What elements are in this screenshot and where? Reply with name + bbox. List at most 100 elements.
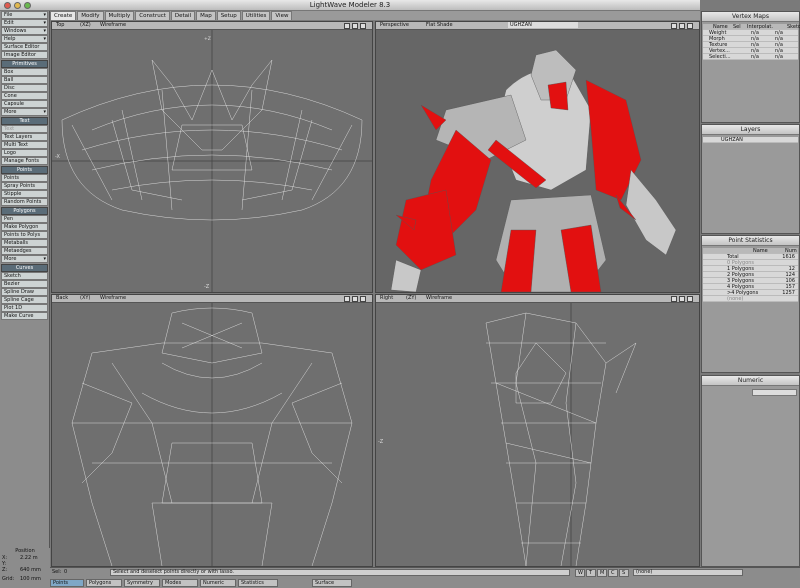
- points-to-polys-tool-button[interactable]: Points to Polys: [1, 231, 48, 239]
- minimize-window-button[interactable]: [14, 2, 21, 9]
- mode-modes-button[interactable]: Modes: [162, 579, 198, 587]
- numeric-actions-dropdown[interactable]: [752, 389, 797, 396]
- viewport-right[interactable]: Right (ZY) Wireframe -Z: [375, 294, 700, 567]
- viewport-perspective-mode[interactable]: Flat Shade: [424, 22, 453, 29]
- random-points-tool-button[interactable]: Random Points: [1, 198, 48, 206]
- tab-map[interactable]: Map: [196, 11, 216, 20]
- tab-detail[interactable]: Detail: [170, 11, 196, 20]
- surface-button[interactable]: Surface: [312, 579, 352, 587]
- viewport-back-view[interactable]: Back: [54, 295, 68, 302]
- tab-create[interactable]: Create: [50, 11, 77, 20]
- tab-modify[interactable]: Modify: [77, 11, 104, 20]
- move-view-icon[interactable]: [671, 23, 677, 29]
- move-view-icon[interactable]: [671, 296, 677, 302]
- vmap-type-c-button[interactable]: C: [608, 569, 618, 577]
- vmap-type-t-button[interactable]: T: [586, 569, 596, 577]
- metaballs-tool-button[interactable]: Metaballs: [1, 239, 48, 247]
- logo-tool-button[interactable]: Logo: [1, 149, 48, 157]
- position-label: Position: [15, 548, 35, 554]
- text-tool-button[interactable]: Text: [1, 125, 48, 133]
- table-row[interactable]: (none): [703, 296, 798, 302]
- table-row[interactable]: Selecti... n/a n/a: [703, 54, 798, 60]
- vmap-type-w-button[interactable]: W: [575, 569, 585, 577]
- menu-windows[interactable]: Windows: [1, 27, 48, 35]
- zoom-view-icon[interactable]: [679, 23, 685, 29]
- more-tool-button[interactable]: More: [1, 255, 48, 263]
- move-view-icon[interactable]: [344, 296, 350, 302]
- more-tool-button[interactable]: More: [1, 108, 48, 116]
- maximize-view-icon[interactable]: [360, 23, 366, 29]
- viewport-top[interactable]: Top (XZ) Wireframe +Z -Z -X: [51, 21, 373, 293]
- plot-1d-tool-button[interactable]: Plot 1D: [1, 304, 48, 312]
- cone-tool-button[interactable]: Cone: [1, 92, 48, 100]
- ball-tool-button[interactable]: Ball: [1, 76, 48, 84]
- maximize-view-icon[interactable]: [360, 296, 366, 302]
- make-curve-tool-button[interactable]: Make Curve: [1, 312, 48, 320]
- vmap-type-m-button[interactable]: M: [597, 569, 607, 577]
- menu-file[interactable]: File: [1, 11, 48, 19]
- tab-setup[interactable]: Setup: [216, 11, 241, 20]
- point-statistics-title: Point Statistics: [702, 236, 799, 246]
- box-tool-button[interactable]: Box: [1, 68, 48, 76]
- multi-text-tool-button[interactable]: Multi Text: [1, 141, 48, 149]
- viewport-right-axes[interactable]: (ZY): [404, 295, 416, 302]
- zoom-view-icon[interactable]: [352, 296, 358, 302]
- numeric-title: Numeric: [702, 376, 799, 386]
- mode-symmetry-button[interactable]: Symmetry: [124, 579, 160, 587]
- spline-draw-tool-button[interactable]: Spline Draw: [1, 288, 48, 296]
- viewport-perspective-view[interactable]: Perspective: [378, 22, 409, 29]
- surface-editor-button[interactable]: Surface Editor: [1, 43, 48, 51]
- z-label: Z:: [2, 567, 8, 573]
- wireframe-right: -Z: [378, 303, 637, 566]
- viewport-perspective[interactable]: Perspective Flat Shade UGHZAN: [375, 21, 700, 293]
- maximize-view-icon[interactable]: [687, 23, 693, 29]
- stipple-tool-button[interactable]: Stipple: [1, 190, 48, 198]
- viewport-back-mode[interactable]: Wireframe: [98, 295, 126, 302]
- viewport-top-mode[interactable]: Wireframe: [98, 22, 126, 29]
- vmap-type-s-button[interactable]: S: [619, 569, 629, 577]
- wireframe-mesh: [485, 303, 637, 566]
- zoom-view-icon[interactable]: [352, 23, 358, 29]
- tab-construct[interactable]: Construct: [135, 11, 170, 20]
- capsule-tool-button[interactable]: Capsule: [1, 100, 48, 108]
- metaedges-tool-button[interactable]: Metaedges: [1, 247, 48, 255]
- mode-points-button[interactable]: Points: [50, 579, 84, 587]
- mode-numeric-button[interactable]: Numeric: [200, 579, 236, 587]
- disc-tool-button[interactable]: Disc: [1, 84, 48, 92]
- tab-multiply[interactable]: Multiply: [104, 11, 135, 20]
- stat-name: (none): [727, 296, 744, 302]
- viewport-top-view[interactable]: Top: [54, 22, 64, 29]
- grid-value: 100 mm: [20, 576, 41, 582]
- spline-cage-tool-button[interactable]: Spline Cage: [1, 296, 48, 304]
- pen-tool-button[interactable]: Pen: [1, 215, 48, 223]
- viewport-right-mode[interactable]: Wireframe: [424, 295, 452, 302]
- viewport-back-axes[interactable]: (XY): [78, 295, 90, 302]
- mode-statistics-button[interactable]: Statistics: [238, 579, 278, 587]
- points-tool-button[interactable]: Points: [1, 174, 48, 182]
- mode-polygons-button[interactable]: Polygons: [86, 579, 122, 587]
- zoom-view-icon[interactable]: [679, 296, 685, 302]
- image-editor-button[interactable]: Image Editor: [1, 51, 48, 59]
- menu-edit[interactable]: Edit: [1, 19, 48, 27]
- viewport-perspective-header: Perspective Flat Shade UGHZAN: [376, 22, 699, 30]
- bezier-tool-button[interactable]: Bezier: [1, 280, 48, 288]
- vmap-select[interactable]: (none): [633, 569, 743, 576]
- sketch-tool-button[interactable]: Sketch: [1, 272, 48, 280]
- viewport-back[interactable]: Back (XY) Wireframe: [51, 294, 373, 567]
- tab-view[interactable]: View: [271, 11, 293, 20]
- viewport-object-select[interactable]: UGHZAN: [508, 22, 578, 28]
- toolbar-tabs: Create Modify Multiply Construct Detail Map Se…: [50, 11, 700, 20]
- spray-points-tool-button[interactable]: Spray Points: [1, 182, 48, 190]
- zoom-window-button[interactable]: [24, 2, 31, 9]
- viewport-top-axes[interactable]: (XZ): [78, 22, 91, 29]
- close-window-button[interactable]: [4, 2, 11, 9]
- move-view-icon[interactable]: [344, 23, 350, 29]
- text-layers-tool-button[interactable]: Text Layers: [1, 133, 48, 141]
- maximize-view-icon[interactable]: [687, 296, 693, 302]
- manage-fonts-tool-button[interactable]: Manage Fonts: [1, 157, 48, 165]
- menu-help[interactable]: Help: [1, 35, 48, 43]
- viewport-right-view[interactable]: Right: [378, 295, 393, 302]
- layer-row[interactable]: UGHZAN: [703, 137, 798, 143]
- tab-utilities[interactable]: Utilities: [241, 11, 271, 20]
- make-polygon-tool-button[interactable]: Make Polygon: [1, 223, 48, 231]
